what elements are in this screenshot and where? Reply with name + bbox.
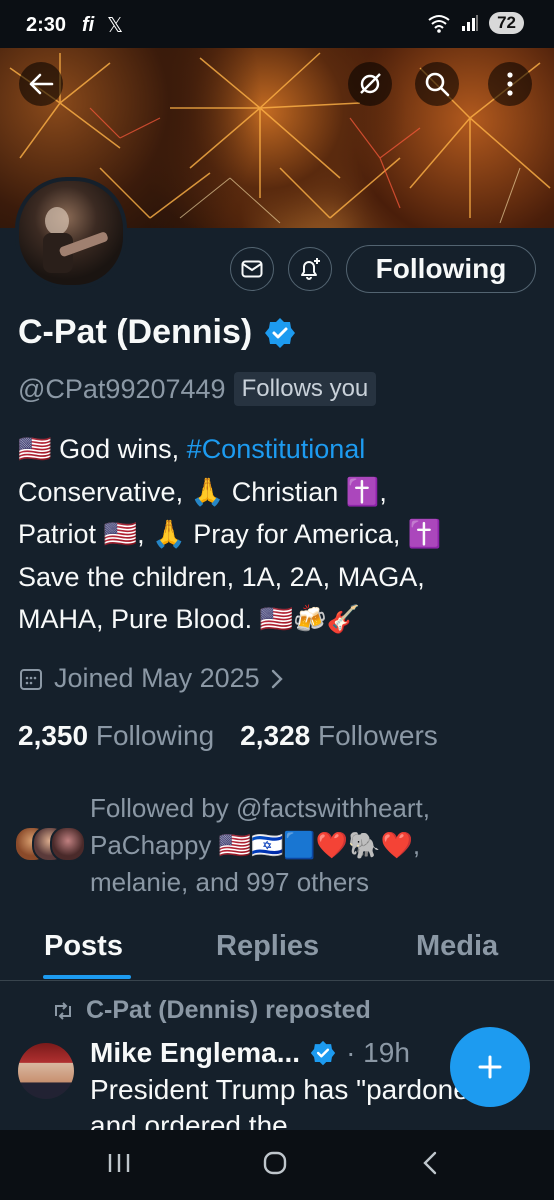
- compose-button[interactable]: [450, 1027, 530, 1107]
- grok-icon: [360, 73, 381, 94]
- message-button[interactable]: [230, 247, 274, 291]
- repost-label: C-Pat (Dennis) reposted: [86, 996, 371, 1024]
- search-button[interactable]: [415, 62, 459, 106]
- bio-line: Conservative, 🙏 Christian ✝️,: [18, 476, 387, 507]
- bio-line: 🇺🇸 God wins, #Constitutional: [18, 428, 538, 471]
- more-button[interactable]: [488, 62, 532, 106]
- home-icon[interactable]: [262, 1150, 288, 1176]
- post-time[interactable]: · 19h: [346, 1037, 410, 1069]
- mail-icon: [241, 260, 263, 278]
- chevron-right-icon: [271, 669, 283, 688]
- recent-apps-icon[interactable]: [106, 1150, 132, 1176]
- battery-indicator: 72: [489, 12, 524, 34]
- joined-date-row[interactable]: Joined May 2025: [18, 663, 284, 694]
- profile-bio: 🇺🇸 God wins, #Constitutional Conservativ…: [18, 428, 538, 641]
- verified-badge-icon: [310, 1040, 336, 1066]
- following-count: 2,350: [18, 720, 89, 751]
- profile-handle-row: @CPat99207449 Follows you: [18, 372, 377, 406]
- notifications-button[interactable]: [288, 247, 332, 291]
- profile-avatar[interactable]: [15, 177, 127, 289]
- grok-button[interactable]: [348, 62, 392, 106]
- repost-indicator[interactable]: C-Pat (Dennis) reposted: [52, 996, 371, 1025]
- tab-posts[interactable]: Posts: [44, 930, 123, 963]
- post-author-name[interactable]: Mike Englema...: [90, 1037, 300, 1069]
- bio-line: Patriot 🇺🇸, 🙏 Pray for America, ✝️: [18, 519, 442, 549]
- avatar-photo: [43, 207, 108, 273]
- active-tab-indicator: [43, 975, 131, 979]
- followers-label: Followers: [318, 720, 438, 751]
- back-button[interactable]: [19, 62, 63, 106]
- divider: [0, 980, 554, 981]
- bio-line: Save the children, 1A, 2A, MAGA,: [18, 561, 425, 592]
- calendar-icon: [20, 668, 42, 690]
- display-name: C-Pat (Dennis): [18, 313, 253, 351]
- verified-badge-icon[interactable]: [264, 317, 296, 349]
- wifi-icon: [428, 15, 450, 33]
- follows-you-badge: Follows you: [233, 372, 377, 406]
- followed-by-line: PaChappy 🇺🇸🇮🇱🟦❤️🐘❤️,: [90, 830, 421, 860]
- followed-by-line: melanie, and 997 others: [90, 867, 369, 897]
- tab-media[interactable]: Media: [416, 930, 498, 963]
- bio-line: MAHA, Pure Blood. 🇺🇸🍻🎸: [18, 604, 361, 634]
- profile-name: C-Pat (Dennis): [18, 313, 296, 352]
- post-author-avatar[interactable]: [18, 1043, 74, 1099]
- follower-avatar: [50, 826, 86, 862]
- app-notification-icon: fi: [82, 14, 95, 36]
- x-notification-icon: 𝕏: [107, 15, 124, 37]
- joined-date: Joined May 2025: [54, 663, 260, 693]
- followed-by-line: Followed by @factswithheart,: [90, 793, 430, 823]
- search-icon: [425, 72, 450, 97]
- repost-icon: [55, 1001, 71, 1020]
- plus-icon: [478, 1055, 502, 1079]
- system-navigation-bar: [0, 1130, 554, 1200]
- more-vertical-icon: [507, 72, 513, 96]
- bio-text: 🇺🇸 God wins,: [18, 434, 187, 464]
- followers-count: 2,328: [240, 720, 311, 751]
- arrow-left-icon: [29, 73, 54, 95]
- profile-tabs: Posts Replies Media: [0, 918, 554, 978]
- hashtag-link[interactable]: #Constitutional: [187, 434, 366, 464]
- signal-icon: [462, 15, 479, 31]
- following-label: Following: [95, 720, 215, 751]
- bell-plus-icon: [301, 258, 320, 280]
- following-button[interactable]: Following: [346, 245, 536, 293]
- status-time: 2:30: [26, 14, 67, 36]
- post-header: Mike Englema... · 19h: [90, 1037, 410, 1069]
- follow-counts: 2,350 Following 2,328 Followers: [18, 720, 438, 752]
- followers-link[interactable]: 2,328 Followers: [240, 720, 438, 752]
- tab-replies[interactable]: Replies: [216, 930, 319, 963]
- status-bar: 2:30 fi 𝕏 72: [0, 0, 554, 48]
- following-link[interactable]: 2,350 Following: [18, 720, 214, 752]
- profile-handle: @CPat99207449: [18, 373, 226, 404]
- back-nav-icon[interactable]: [420, 1150, 440, 1176]
- followed-by-text[interactable]: Followed by @factswithheart, PaChappy 🇺🇸…: [90, 790, 530, 901]
